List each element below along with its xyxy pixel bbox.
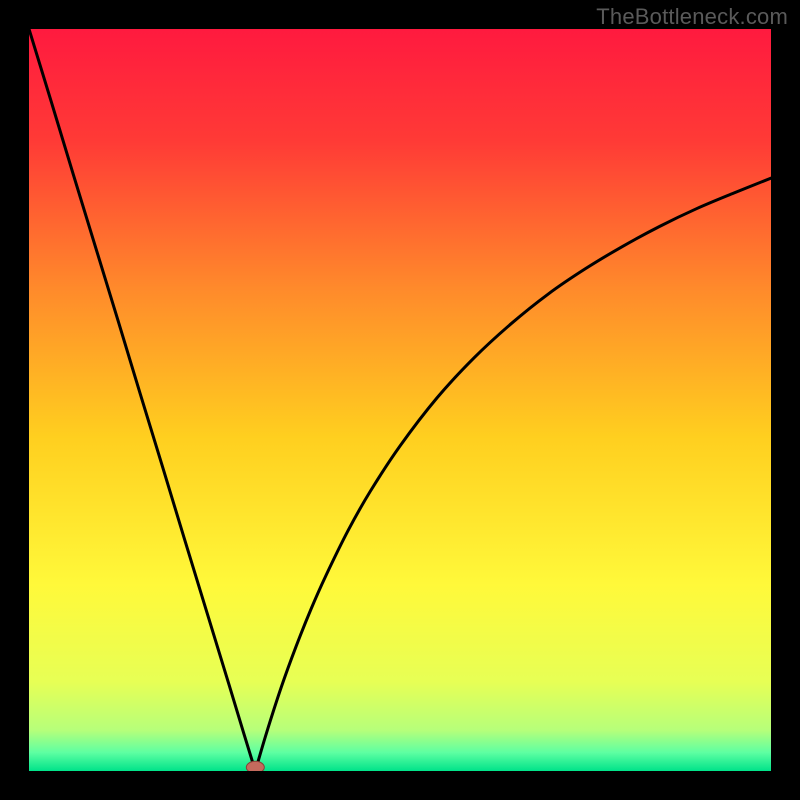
optimum-marker — [246, 761, 264, 771]
gradient-background — [29, 29, 771, 771]
chart-frame: TheBottleneck.com — [0, 0, 800, 800]
plot-area — [29, 29, 771, 771]
watermark-text: TheBottleneck.com — [596, 4, 788, 30]
bottleneck-chart — [29, 29, 771, 771]
